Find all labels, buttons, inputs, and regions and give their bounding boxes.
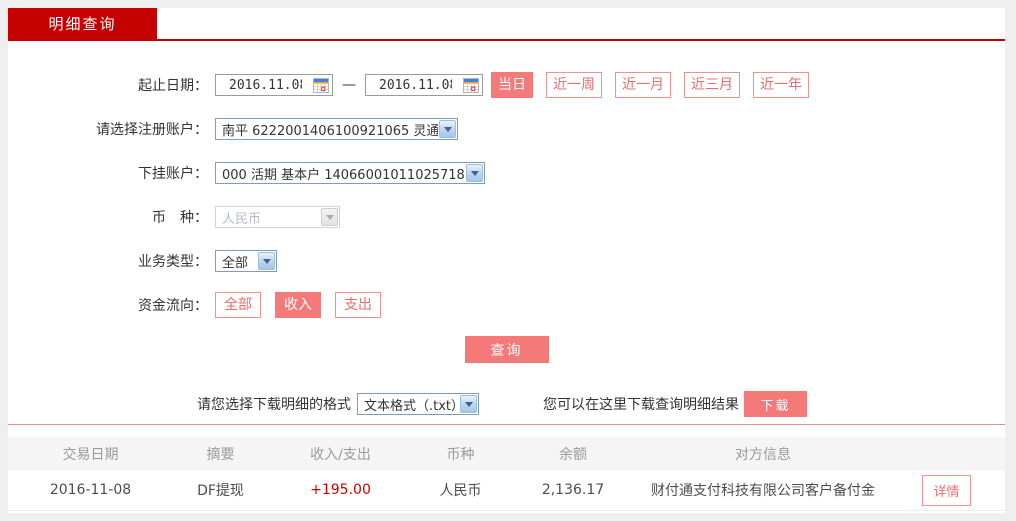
fund-flow-row: 资金流向： 全部 收入 支出 (8, 292, 1005, 318)
chevron-down-icon (439, 120, 456, 138)
chevron-down-icon (466, 164, 483, 182)
chevron-down-icon (258, 252, 275, 270)
currency-label: 币 种： (152, 210, 208, 226)
sub-account-label: 下挂账户： (138, 166, 208, 182)
business-type-value: 全部 (222, 255, 249, 271)
header-trade-date: 交易日期 (62, 446, 119, 463)
fund-flow-label: 资金流向： (138, 298, 208, 314)
fund-flow-expense-button[interactable]: 支出 (335, 292, 381, 318)
calendar-icon[interactable] (313, 77, 329, 93)
query-button[interactable]: 查询 (464, 336, 549, 363)
end-date-field[interactable] (365, 74, 483, 96)
register-account-label: 请选择注册账户： (96, 122, 208, 138)
chevron-down-icon (460, 395, 477, 413)
header-summary: 摘要 (206, 446, 235, 463)
register-account-row: 请选择注册账户： 南平 6222001406100921065 灵通卡 (8, 116, 1005, 142)
cell-summary: DF提现 (197, 483, 244, 499)
cell-amount: +195.00 (310, 482, 371, 498)
download-button[interactable]: 下载 (744, 391, 807, 417)
separator-line (8, 424, 1005, 425)
chevron-down-icon (321, 208, 338, 226)
download-format-value: 文本格式（.txt） (364, 398, 459, 414)
query-button-row: 查询 (8, 336, 1005, 363)
header-in-out: 收入/支出 (310, 446, 371, 463)
download-format-label: 请您选择下载明细的格式 (197, 397, 351, 413)
cell-counterparty: 财付通支付科技有限公司客户备付金 (651, 483, 875, 499)
header-counterparty: 对方信息 (735, 446, 791, 463)
date-separator: — (342, 77, 356, 93)
business-type-label: 业务类型： (138, 254, 208, 270)
end-date-input[interactable] (366, 77, 452, 93)
quick-range-month-button[interactable]: 近一月 (615, 72, 671, 98)
fund-flow-all-button[interactable]: 全部 (215, 292, 261, 318)
currency-value: 人民币 (222, 211, 262, 227)
results-table: 交易日期 摘要 收入/支出 币种 余额 对方信息 2016-11-08 DF提现… (8, 437, 1005, 511)
cell-trade-date: 2016-11-08 (49, 482, 132, 498)
main-panel: 明细查询 起止日期： 2016.11.08 — 2016.11.08 当日 近一… (8, 8, 1005, 513)
start-date-input[interactable] (216, 77, 302, 93)
tab-bar: 明细查询 (8, 8, 1005, 41)
detail-button[interactable]: 详情 (922, 474, 971, 506)
fund-flow-income-button[interactable]: 收入 (275, 292, 321, 318)
cell-currency: 人民币 (439, 483, 482, 499)
business-type-select[interactable]: 全部 (215, 250, 277, 272)
currency-select: 人民币 (215, 206, 340, 228)
currency-row: 币 种： 人民币 (8, 204, 1005, 230)
sub-account-value: 000 活期 基本户 1406600101102571848 (222, 167, 465, 183)
sub-account-row: 下挂账户： 000 活期 基本户 1406600101102571848 (8, 160, 1005, 186)
query-form: 起止日期： — (8, 41, 1005, 417)
tab-detail-query[interactable]: 明细查询 (8, 8, 157, 41)
quick-range-3month-button[interactable]: 近三月 (684, 72, 740, 98)
calendar-icon[interactable] (463, 77, 479, 93)
quick-range-year-button[interactable]: 近一年 (753, 72, 809, 98)
business-type-row: 业务类型： 全部 (8, 248, 1005, 274)
table-header-row: 交易日期 摘要 收入/支出 币种 余额 对方信息 (8, 437, 1005, 470)
register-account-select[interactable]: 南平 6222001406100921065 灵通卡 (215, 118, 458, 140)
download-format-select[interactable]: 文本格式（.txt） (357, 393, 479, 415)
date-range-row: 起止日期： — (8, 72, 1005, 98)
start-date-field[interactable] (215, 74, 333, 96)
download-row: 请您选择下载明细的格式 文本格式（.txt） 您可以在这里下载查询明细结果 下载 (8, 391, 1005, 417)
table-row: 2016-11-08 DF提现 +195.00 人民币 2,136.17 财付通… (8, 470, 1005, 511)
header-currency: 币种 (446, 446, 475, 463)
date-range-label: 起止日期： (138, 78, 208, 94)
register-account-value: 南平 6222001406100921065 灵通卡 (222, 123, 438, 139)
sub-account-select[interactable]: 000 活期 基本户 1406600101102571848 (215, 162, 485, 184)
quick-range-week-button[interactable]: 近一周 (546, 72, 602, 98)
cell-balance: 2,136.17 (541, 482, 605, 498)
download-hint: 您可以在这里下载查询明细结果 (543, 397, 739, 413)
quick-range-today-button[interactable]: 当日 (491, 72, 533, 98)
header-balance: 余额 (559, 446, 587, 463)
